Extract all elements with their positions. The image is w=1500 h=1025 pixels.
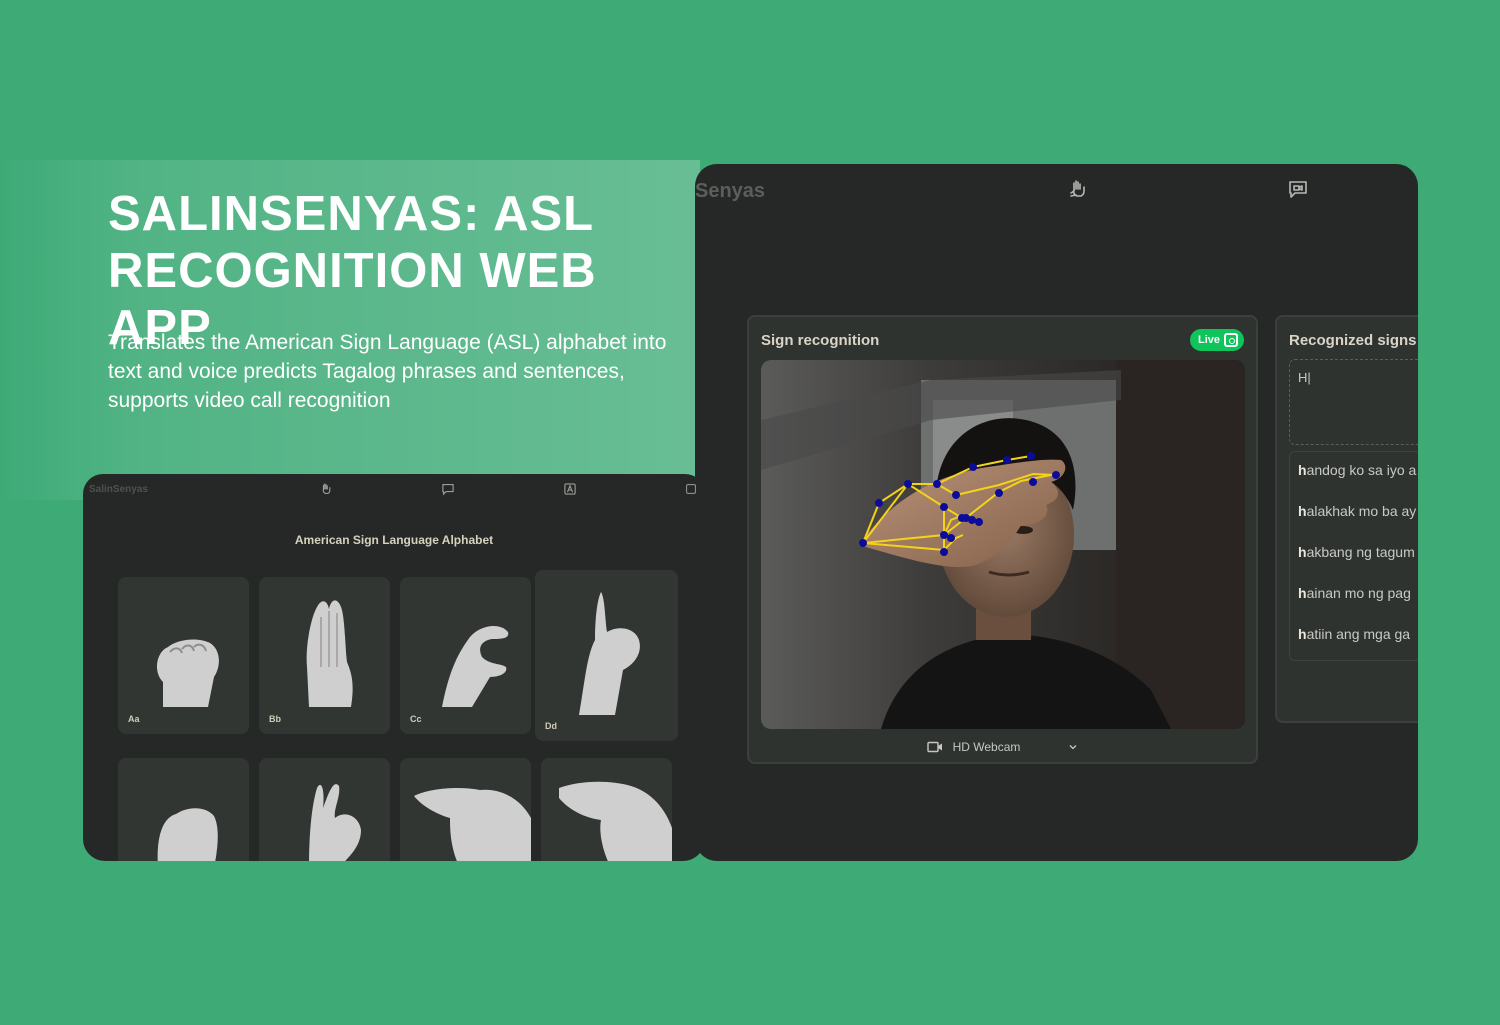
letter-tile-f[interactable] [259, 758, 390, 861]
phrase-suggestions: handog ko sa iyo a halakhak mo ba ay hak… [1289, 451, 1418, 661]
camera-icon [1224, 333, 1238, 347]
video-camera-icon [926, 741, 942, 753]
letter-tile-b[interactable]: Bb [259, 577, 390, 734]
sign-language-icon[interactable] [319, 482, 333, 496]
suggestion-item[interactable]: hakbang ng tagum [1290, 542, 1418, 583]
letter-tile-a[interactable]: Aa [118, 577, 249, 734]
letter-tile-g[interactable] [400, 758, 531, 861]
tile-label: Cc [410, 714, 422, 724]
suggestion-item[interactable]: handog ko sa iyo a [1290, 460, 1418, 501]
camera-label: HD Webcam [952, 740, 1021, 754]
live-badge[interactable]: Live [1189, 329, 1244, 351]
alphabet-icon[interactable] [563, 482, 577, 496]
letter-tile-d[interactable]: Dd [535, 570, 678, 741]
fist-hand-image [156, 639, 219, 707]
video-chat-icon[interactable] [1287, 178, 1309, 200]
open-hand-image [306, 600, 353, 707]
fist-hand-image [157, 808, 218, 861]
settings-icon[interactable] [685, 482, 697, 496]
recognized-signs-title: Recognized signs [1289, 332, 1417, 349]
app-logo[interactable]: SalinSenyas [89, 484, 148, 495]
letter-tile-c[interactable]: Cc [400, 577, 531, 734]
d-hand-image [579, 592, 640, 715]
g-hand-image [414, 788, 531, 861]
sign-recognition-title: Sign recognition [761, 332, 880, 349]
webcam-frame [761, 360, 1245, 729]
c-hand-image [442, 625, 509, 707]
letter-tile-h[interactable] [541, 758, 672, 861]
suggestion-item[interactable]: halakhak mo ba ay [1290, 501, 1418, 542]
webcam-feed [761, 360, 1245, 729]
tile-label: Bb [269, 714, 281, 724]
sign-recognition-card: Sign recognition Live HD Webcam [747, 315, 1258, 764]
app-logo[interactable]: Senyas [695, 180, 765, 203]
tile-label: Aa [128, 714, 140, 724]
alphabet-app-window: SalinSenyas American Sign Language Alpha… [83, 474, 705, 861]
h-hand-image [559, 781, 672, 861]
recognized-signs-card: Recognized signs H| handog ko sa iyo a h… [1275, 315, 1418, 723]
live-label: Live [1197, 334, 1220, 346]
tile-label: Dd [545, 721, 557, 731]
suggestion-item[interactable]: hainan mo ng pag [1290, 583, 1418, 624]
f-hand-image [309, 784, 361, 861]
video-chat-icon[interactable] [441, 482, 455, 496]
chevron-down-icon [1069, 745, 1077, 750]
alphabet-title: American Sign Language Alphabet [294, 533, 494, 547]
hero-description: Translates the American Sign Language (A… [108, 331, 667, 412]
sign-language-icon[interactable] [1067, 178, 1089, 200]
letter-tile-e[interactable] [118, 758, 249, 861]
recognized-text-field[interactable]: H| [1289, 359, 1418, 445]
main-app-window: Senyas Sign recognition Live HD Webcam R… [695, 164, 1418, 861]
suggestion-item[interactable]: hatiin ang mga ga [1290, 624, 1418, 665]
camera-select[interactable]: HD Webcam [749, 740, 1256, 754]
